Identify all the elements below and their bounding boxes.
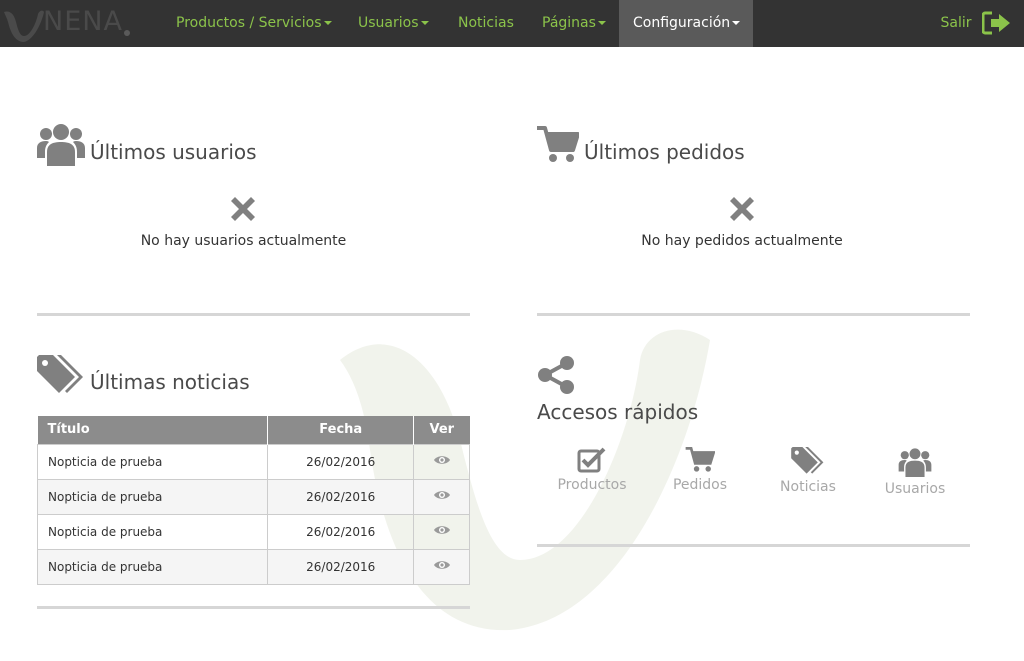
col-ver: Ver: [413, 416, 470, 444]
quick-access-title: Accesos rápidos: [537, 400, 699, 424]
nav-productos-servicios[interactable]: Productos / Servicios: [162, 0, 346, 47]
check-square-icon: [577, 447, 606, 473]
table-row: Nopticia de prueba 26/02/2016: [36, 478, 470, 515]
logout-label: Salir: [940, 15, 972, 31]
brand-name: NENA: [43, 6, 123, 37]
view-button[interactable]: [413, 478, 470, 515]
news-title: Nopticia de prueba: [36, 513, 269, 550]
col-fecha: Fecha: [267, 416, 415, 444]
news-panel-title: Últimas noticias: [90, 370, 250, 394]
users-empty-text: No hay usuarios actualmente: [140, 233, 347, 249]
table-row: Nopticia de prueba 26/02/2016: [36, 443, 470, 480]
nav-productos-label: Productos / Servicios: [176, 15, 322, 31]
tags-icon: [37, 355, 83, 393]
close-icon: [231, 197, 255, 221]
caret-down-icon: [420, 21, 429, 25]
divider: [537, 544, 970, 547]
table-row: Nopticia de prueba 26/02/2016: [36, 548, 470, 585]
caret-down-icon: [323, 21, 332, 25]
news-table: Título Fecha Ver Nopticia de prueba 26/0…: [36, 416, 470, 585]
caret-down-icon: [732, 21, 741, 25]
brand-logo[interactable]: NENA: [0, 0, 150, 47]
nav-noticias[interactable]: Noticias: [444, 0, 528, 47]
share-icon: [538, 356, 574, 394]
users-panel-title: Últimos usuarios: [90, 140, 257, 164]
news-date: 26/02/2016: [267, 548, 415, 585]
divider: [37, 606, 470, 609]
logout-icon: [981, 11, 1010, 35]
view-button[interactable]: [413, 513, 470, 550]
cart-icon: [537, 126, 579, 162]
news-title: Nopticia de prueba: [36, 443, 269, 480]
top-navbar: NENA Productos / Servicios Usuarios Noti…: [0, 0, 1024, 47]
news-date: 26/02/2016: [267, 513, 415, 550]
quick-usuarios[interactable]: Usuarios: [860, 447, 970, 497]
nav-paginas[interactable]: Páginas: [528, 0, 620, 47]
logout-button[interactable]: Salir: [941, 0, 1012, 47]
caret-down-icon: [597, 21, 606, 25]
col-titulo: Título: [37, 416, 269, 444]
quick-usuarios-label: Usuarios: [884, 481, 946, 497]
brand-v-icon: [4, 10, 44, 43]
table-row: Nopticia de prueba 26/02/2016: [36, 513, 470, 550]
view-button[interactable]: [413, 548, 470, 585]
cart-icon: [685, 447, 715, 472]
quick-productos[interactable]: Productos: [537, 447, 647, 493]
news-date: 26/02/2016: [267, 478, 415, 515]
orders-empty-text: No hay pedidos actualmente: [641, 233, 843, 249]
orders-panel-title: Últimos pedidos: [584, 140, 745, 164]
eye-icon: [433, 526, 450, 534]
quick-noticias-label: Noticias: [780, 479, 836, 495]
nav-usuarios[interactable]: Usuarios: [344, 0, 443, 47]
nav-paginas-label: Páginas: [542, 15, 596, 31]
nav-noticias-label: Noticias: [458, 15, 514, 31]
nav-configuracion[interactable]: Configuración: [619, 0, 753, 47]
news-title: Nopticia de prueba: [36, 478, 269, 515]
news-title: Nopticia de prueba: [36, 548, 269, 585]
eye-icon: [433, 491, 450, 499]
view-button[interactable]: [413, 443, 470, 480]
divider: [537, 313, 970, 316]
nav-configuracion-label: Configuración: [633, 15, 731, 31]
close-icon: [730, 197, 754, 221]
brand-dot-icon: [124, 30, 130, 36]
users-icon: [898, 448, 932, 477]
quick-pedidos[interactable]: Pedidos: [645, 447, 755, 493]
eye-icon: [433, 561, 450, 569]
divider: [37, 313, 470, 316]
tags-icon: [791, 447, 824, 474]
quick-productos-label: Productos: [557, 477, 627, 493]
quick-pedidos-label: Pedidos: [672, 477, 728, 493]
nav-usuarios-label: Usuarios: [358, 15, 419, 31]
news-date: 26/02/2016: [267, 443, 415, 480]
eye-icon: [433, 456, 450, 464]
users-icon: [37, 124, 85, 166]
quick-noticias[interactable]: Noticias: [753, 447, 863, 495]
table-header-row: Título Fecha Ver: [37, 416, 470, 444]
